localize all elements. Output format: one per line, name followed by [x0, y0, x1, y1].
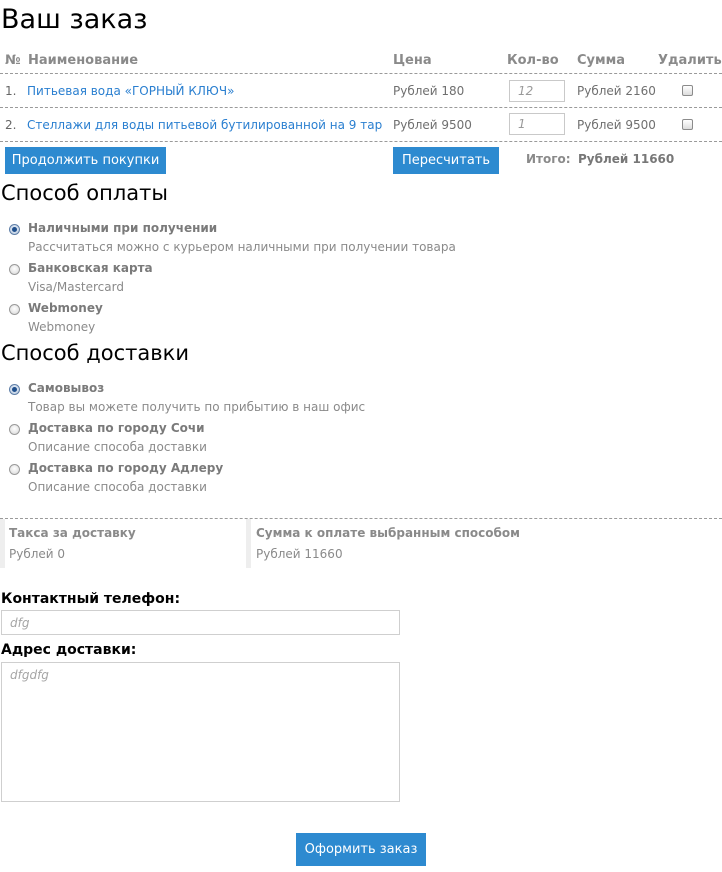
- total-value: Рублей 11660: [578, 152, 675, 166]
- quantity-input[interactable]: 12: [509, 80, 565, 102]
- continue-shopping-button[interactable]: Продолжить покупки: [5, 147, 166, 174]
- divider: [0, 107, 722, 108]
- delivery-option-desc: Описание способа доставки: [28, 480, 207, 494]
- delivery-radio-pickup[interactable]: [9, 384, 20, 395]
- delivery-radio-adler[interactable]: [9, 464, 20, 475]
- payment-radio-card[interactable]: [9, 264, 20, 275]
- phone-label: Контактный телефон:: [1, 591, 181, 607]
- delivery-radio-sochi[interactable]: [9, 424, 20, 435]
- delivery-heading: Способ доставки: [1, 341, 189, 365]
- total-label: Итого:: [526, 152, 571, 166]
- delete-checkbox[interactable]: [682, 85, 693, 96]
- payable-sum-value: Рублей 11660: [256, 547, 343, 561]
- product-link-water[interactable]: Питьевая вода «ГОРНЫЙ КЛЮЧ»: [27, 84, 234, 98]
- payable-sum-label: Сумма к оплате выбранным способом: [256, 526, 520, 540]
- payment-option-desc: Visa/Mastercard: [28, 280, 124, 294]
- delete-checkbox[interactable]: [682, 119, 693, 130]
- col-header-name: Наименование: [28, 53, 139, 68]
- address-label: Адрес доставки:: [1, 642, 137, 658]
- row-number: 1.: [5, 84, 17, 98]
- payment-option-desc: Webmoney: [28, 320, 96, 334]
- col-header-number: №: [5, 53, 21, 68]
- payment-option-desc: Рассчитаться можно с курьером наличными …: [28, 240, 456, 254]
- recalculate-button[interactable]: Пересчитать: [393, 147, 499, 174]
- address-textarea[interactable]: dfgdfg: [1, 662, 400, 802]
- col-header-price: Цена: [393, 53, 432, 68]
- product-link-rack[interactable]: Стеллажи для воды питьевой бутилированно…: [27, 118, 382, 132]
- submit-order-button[interactable]: Оформить заказ: [296, 833, 426, 866]
- col-header-delete: Удалить: [658, 53, 722, 68]
- delivery-option-title: Доставка по городу Сочи: [28, 421, 205, 435]
- payment-radio-webmoney[interactable]: [9, 304, 20, 315]
- delivery-fee-label: Такса за доставку: [9, 526, 136, 540]
- delivery-option-desc: Описание способа доставки: [28, 440, 207, 454]
- row-number: 2.: [5, 118, 17, 132]
- payment-option-title: Банковская карта: [28, 261, 153, 275]
- col-header-quantity: Кол-во: [507, 53, 559, 68]
- delivery-option-title: Самовывоз: [28, 381, 105, 395]
- phone-input[interactable]: dfg: [1, 610, 400, 635]
- row-price: Рублей 180: [393, 84, 465, 98]
- page-title: Ваш заказ: [1, 4, 148, 35]
- row-price: Рублей 9500: [393, 118, 472, 132]
- payment-option-title: Webmoney: [28, 301, 103, 315]
- payment-radio-cash[interactable]: [9, 224, 20, 235]
- divider: [0, 73, 722, 74]
- delivery-fee-value: Рублей 0: [9, 547, 66, 561]
- delivery-option-title: Доставка по городу Адлеру: [28, 461, 224, 475]
- row-sum: Рублей 2160: [577, 84, 656, 98]
- row-sum: Рублей 9500: [577, 118, 656, 132]
- payment-option-title: Наличными при получении: [28, 221, 218, 235]
- col-header-sum: Сумма: [577, 53, 626, 68]
- payment-heading: Способ оплаты: [1, 181, 168, 205]
- delivery-option-desc: Товар вы можете получить по прибытию в н…: [28, 400, 366, 414]
- divider: [0, 141, 722, 142]
- quantity-input[interactable]: 1: [509, 113, 565, 135]
